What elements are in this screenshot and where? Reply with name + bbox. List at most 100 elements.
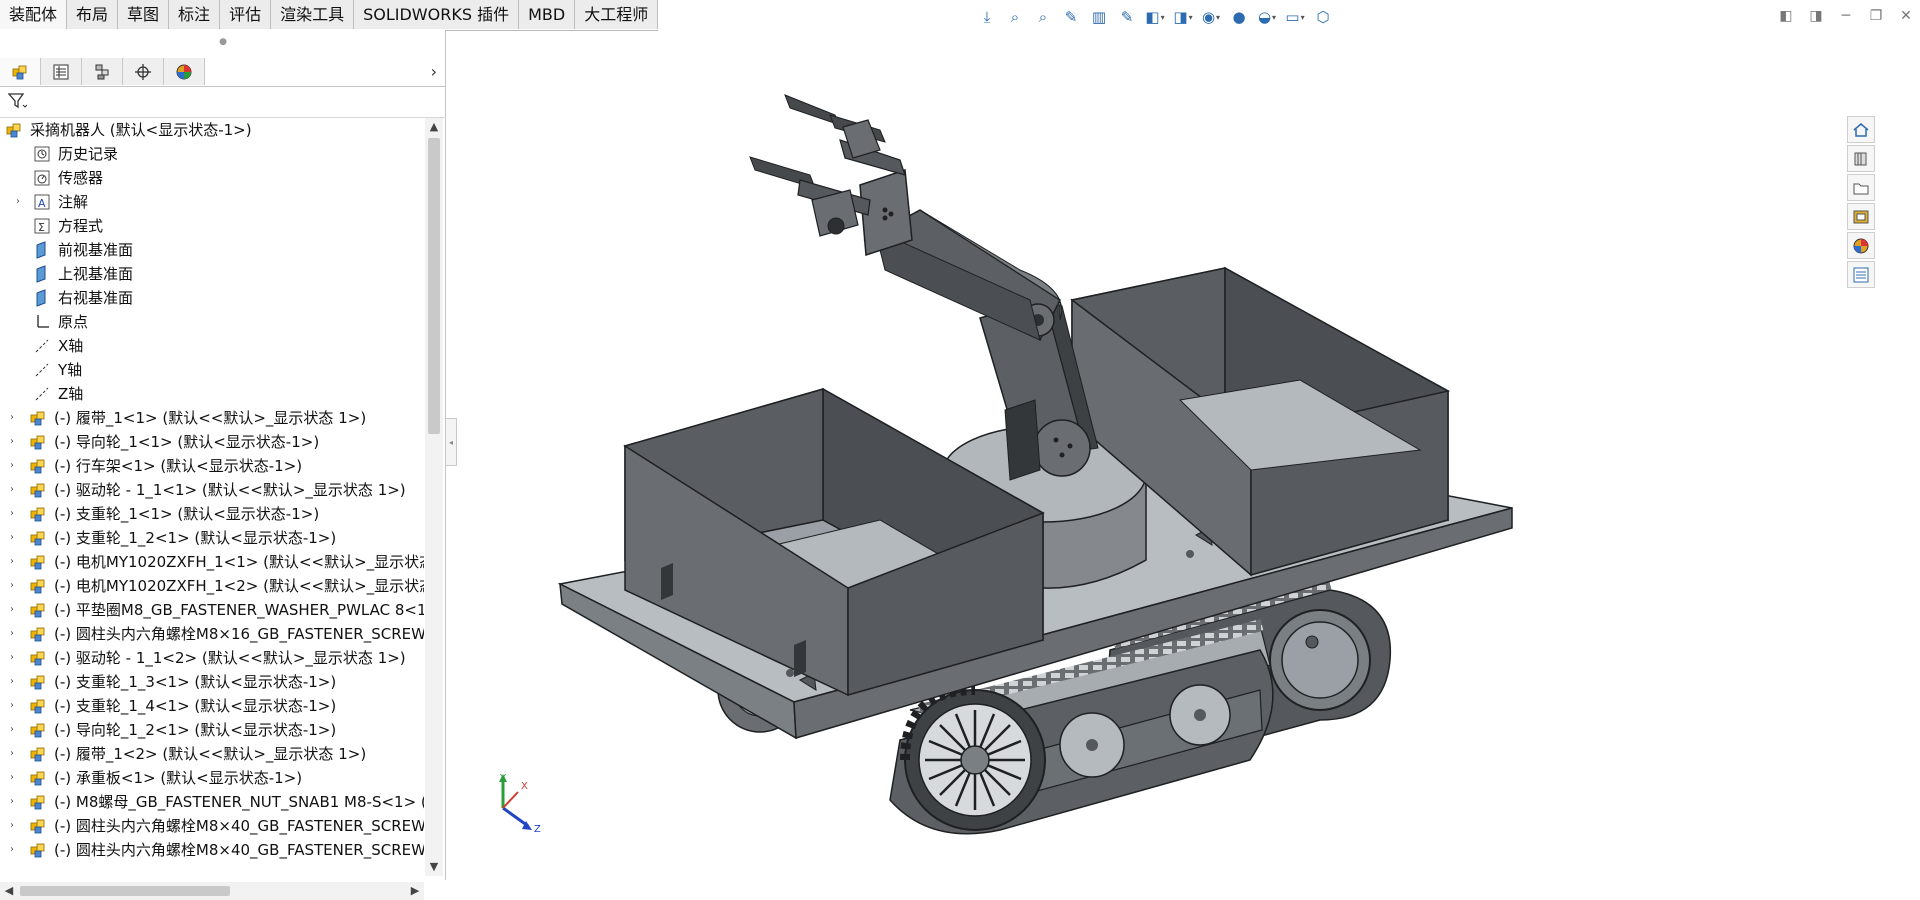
- dropdown-arrow-icon[interactable]: ▾: [1301, 13, 1305, 22]
- featuremanager-tree-icon[interactable]: [0, 58, 41, 85]
- expand-arrow-icon[interactable]: ›: [6, 574, 18, 598]
- dropdown-arrow-icon[interactable]: ▾: [1272, 13, 1276, 22]
- tree-vertical-scrollbar[interactable]: ▲ ▼: [425, 118, 443, 876]
- expand-arrow-icon[interactable]: ›: [6, 646, 18, 670]
- scroll-left-icon[interactable]: ◀: [0, 882, 18, 900]
- tab-6[interactable]: SOLIDWORKS 插件: [354, 0, 520, 29]
- hide-show-items-icon[interactable]: ◉ ▾: [1200, 6, 1222, 28]
- dimxpertmanager-icon[interactable]: [123, 58, 164, 85]
- tree-item[interactable]: › (-) 圆柱头内六角螺栓M8×40_GB_FASTENER_SCREWS_: [0, 838, 424, 862]
- tree-item[interactable]: › (-) 支重轮_1_4<1> (默认<显示状态-1>): [0, 694, 424, 718]
- scroll-right-icon[interactable]: ▶: [406, 882, 424, 900]
- restore-icon[interactable]: ❐: [1866, 6, 1886, 26]
- expand-arrow-icon[interactable]: ›: [6, 550, 18, 574]
- expand-arrow-icon[interactable]: ›: [12, 190, 24, 214]
- apply-scene-icon[interactable]: ◒ ▾: [1256, 6, 1278, 28]
- tile-left-icon[interactable]: ◧: [1776, 6, 1796, 26]
- tile-right-icon[interactable]: ◨: [1806, 6, 1826, 26]
- expand-arrow-icon[interactable]: ›: [6, 718, 18, 742]
- expand-arrow-icon[interactable]: ›: [6, 478, 18, 502]
- file-explorer-icon[interactable]: [1847, 174, 1875, 201]
- expand-arrow-icon[interactable]: ›: [6, 502, 18, 526]
- tab-2[interactable]: 草图: [118, 0, 170, 29]
- scroll-down-icon[interactable]: ▼: [425, 858, 443, 876]
- propertymanager-icon[interactable]: [41, 58, 82, 85]
- tree-root[interactable]: 采摘机器人 (默认<显示状态-1>): [0, 118, 424, 142]
- tab-3[interactable]: 标注: [169, 0, 221, 29]
- panel-tabs-more-icon[interactable]: ›: [431, 58, 437, 86]
- appearances-icon[interactable]: [1847, 232, 1875, 259]
- tree-item[interactable]: › (-) 电机MY1020ZXFH_1<1> (默认<<默认>_显示状态 1: [0, 550, 424, 574]
- expand-arrow-icon[interactable]: ›: [6, 742, 18, 766]
- tab-0[interactable]: 装配体: [0, 0, 68, 29]
- tree-item[interactable]: 传感器: [0, 166, 424, 190]
- expand-arrow-icon[interactable]: ›: [6, 790, 18, 814]
- dropdown-arrow-icon[interactable]: ▾: [1216, 13, 1220, 22]
- panel-grip-handle[interactable]: ●: [0, 30, 446, 54]
- tree-item[interactable]: Y轴: [0, 358, 424, 382]
- zoom-to-area-icon[interactable]: ⌕: [1032, 6, 1054, 28]
- tree-item[interactable]: › (-) 圆柱头内六角螺栓M8×40_GB_FASTENER_SCREWS_: [0, 814, 424, 838]
- tab-4[interactable]: 评估: [220, 0, 272, 29]
- tree-item[interactable]: Σ 方程式: [0, 214, 424, 238]
- view-palette-icon[interactable]: [1847, 203, 1875, 230]
- tree-item[interactable]: 原点: [0, 310, 424, 334]
- expand-arrow-icon[interactable]: ›: [6, 454, 18, 478]
- tree-item[interactable]: › (-) 驱动轮 - 1_1<2> (默认<<默认>_显示状态 1>): [0, 646, 424, 670]
- graphics-area[interactable]: Y X Z: [447, 30, 1877, 880]
- orient-view-icon[interactable]: ⤓: [976, 6, 998, 28]
- expand-arrow-icon[interactable]: ›: [6, 430, 18, 454]
- custom-properties-icon[interactable]: [1847, 261, 1875, 288]
- tree-item[interactable]: › (-) 行车架<1> (默认<显示状态-1>): [0, 454, 424, 478]
- tree-item[interactable]: › (-) 支重轮_1_2<1> (默认<显示状态-1>): [0, 526, 424, 550]
- view-settings-icon[interactable]: ▭ ▾: [1284, 6, 1306, 28]
- robot-model-view[interactable]: Y X Z: [447, 30, 1877, 880]
- tree-item[interactable]: › (-) 履带_1<2> (默认<<默认>_显示状态 1>): [0, 742, 424, 766]
- tree-item[interactable]: › (-) 导向轮_1<1> (默认<显示状态-1>): [0, 430, 424, 454]
- tree-horizontal-scrollbar[interactable]: ◀ ▶: [0, 882, 424, 900]
- tree-item[interactable]: X轴: [0, 334, 424, 358]
- tab-5[interactable]: 渲染工具: [271, 0, 355, 29]
- tree-item[interactable]: 历史记录: [0, 142, 424, 166]
- tab-1[interactable]: 布局: [67, 0, 119, 29]
- tree-item[interactable]: 上视基准面: [0, 262, 424, 286]
- expand-arrow-icon[interactable]: ›: [6, 670, 18, 694]
- tree-item[interactable]: › A 注解: [0, 190, 424, 214]
- horizontal-scroll-thumb[interactable]: [20, 886, 230, 896]
- vertical-scroll-thumb[interactable]: [428, 138, 440, 434]
- tree-item[interactable]: › (-) 履带_1<1> (默认<<默认>_显示状态 1>): [0, 406, 424, 430]
- 3d-view-icon[interactable]: ⬡: [1312, 6, 1334, 28]
- dropdown-arrow-icon[interactable]: ▾: [1189, 13, 1193, 22]
- expand-arrow-icon[interactable]: ›: [6, 406, 18, 430]
- tree-item[interactable]: 前视基准面: [0, 238, 424, 262]
- tree-item[interactable]: › (-) 电机MY1020ZXFH_1<2> (默认<<默认>_显示状态 1: [0, 574, 424, 598]
- edit-appearance-icon[interactable]: ●: [1228, 6, 1250, 28]
- tree-item[interactable]: › (-) 承重板<1> (默认<显示状态-1>): [0, 766, 424, 790]
- tree-item[interactable]: › (-) 导向轮_1_2<1> (默认<显示状态-1>): [0, 718, 424, 742]
- section-view-icon[interactable]: ▥: [1088, 6, 1110, 28]
- tab-7[interactable]: MBD: [519, 0, 576, 29]
- zoom-to-fit-icon[interactable]: ⌕: [1004, 6, 1026, 28]
- displaymanager-icon[interactable]: [164, 58, 205, 85]
- tree-item[interactable]: › (-) 驱动轮 - 1_1<1> (默认<<默认>_显示状态 1>): [0, 478, 424, 502]
- dropdown-arrow-icon[interactable]: ▾: [1161, 13, 1165, 22]
- tree-item[interactable]: 右视基准面: [0, 286, 424, 310]
- tree-item[interactable]: › (-) 圆柱头内六角螺栓M8×16_GB_FASTENER_SCREWS_: [0, 622, 424, 646]
- tree-item[interactable]: › (-) 支重轮_1_3<1> (默认<显示状态-1>): [0, 670, 424, 694]
- tree-item[interactable]: › (-) 支重轮_1<1> (默认<显示状态-1>): [0, 502, 424, 526]
- dynamic-annotation-icon[interactable]: ✎: [1116, 6, 1138, 28]
- expand-arrow-icon[interactable]: ›: [6, 526, 18, 550]
- expand-arrow-icon[interactable]: ›: [6, 622, 18, 646]
- scroll-up-icon[interactable]: ▲: [425, 118, 443, 136]
- filter-icon[interactable]: [7, 92, 28, 114]
- design-library-icon[interactable]: [1847, 145, 1875, 172]
- display-style-icon[interactable]: ◨ ▾: [1172, 6, 1194, 28]
- tab-8[interactable]: 大工程师: [575, 0, 659, 29]
- view-orientation-icon[interactable]: ◧ ▾: [1144, 6, 1166, 28]
- home-icon[interactable]: [1847, 116, 1875, 143]
- close-icon[interactable]: ✕: [1896, 6, 1916, 26]
- minimize-icon[interactable]: ─: [1836, 6, 1856, 26]
- configurationmanager-icon[interactable]: [82, 58, 123, 85]
- previous-view-icon[interactable]: ✎: [1060, 6, 1082, 28]
- tree-item[interactable]: › (-) M8螺母_GB_FASTENER_NUT_SNAB1 M8-S<1> …: [0, 790, 424, 814]
